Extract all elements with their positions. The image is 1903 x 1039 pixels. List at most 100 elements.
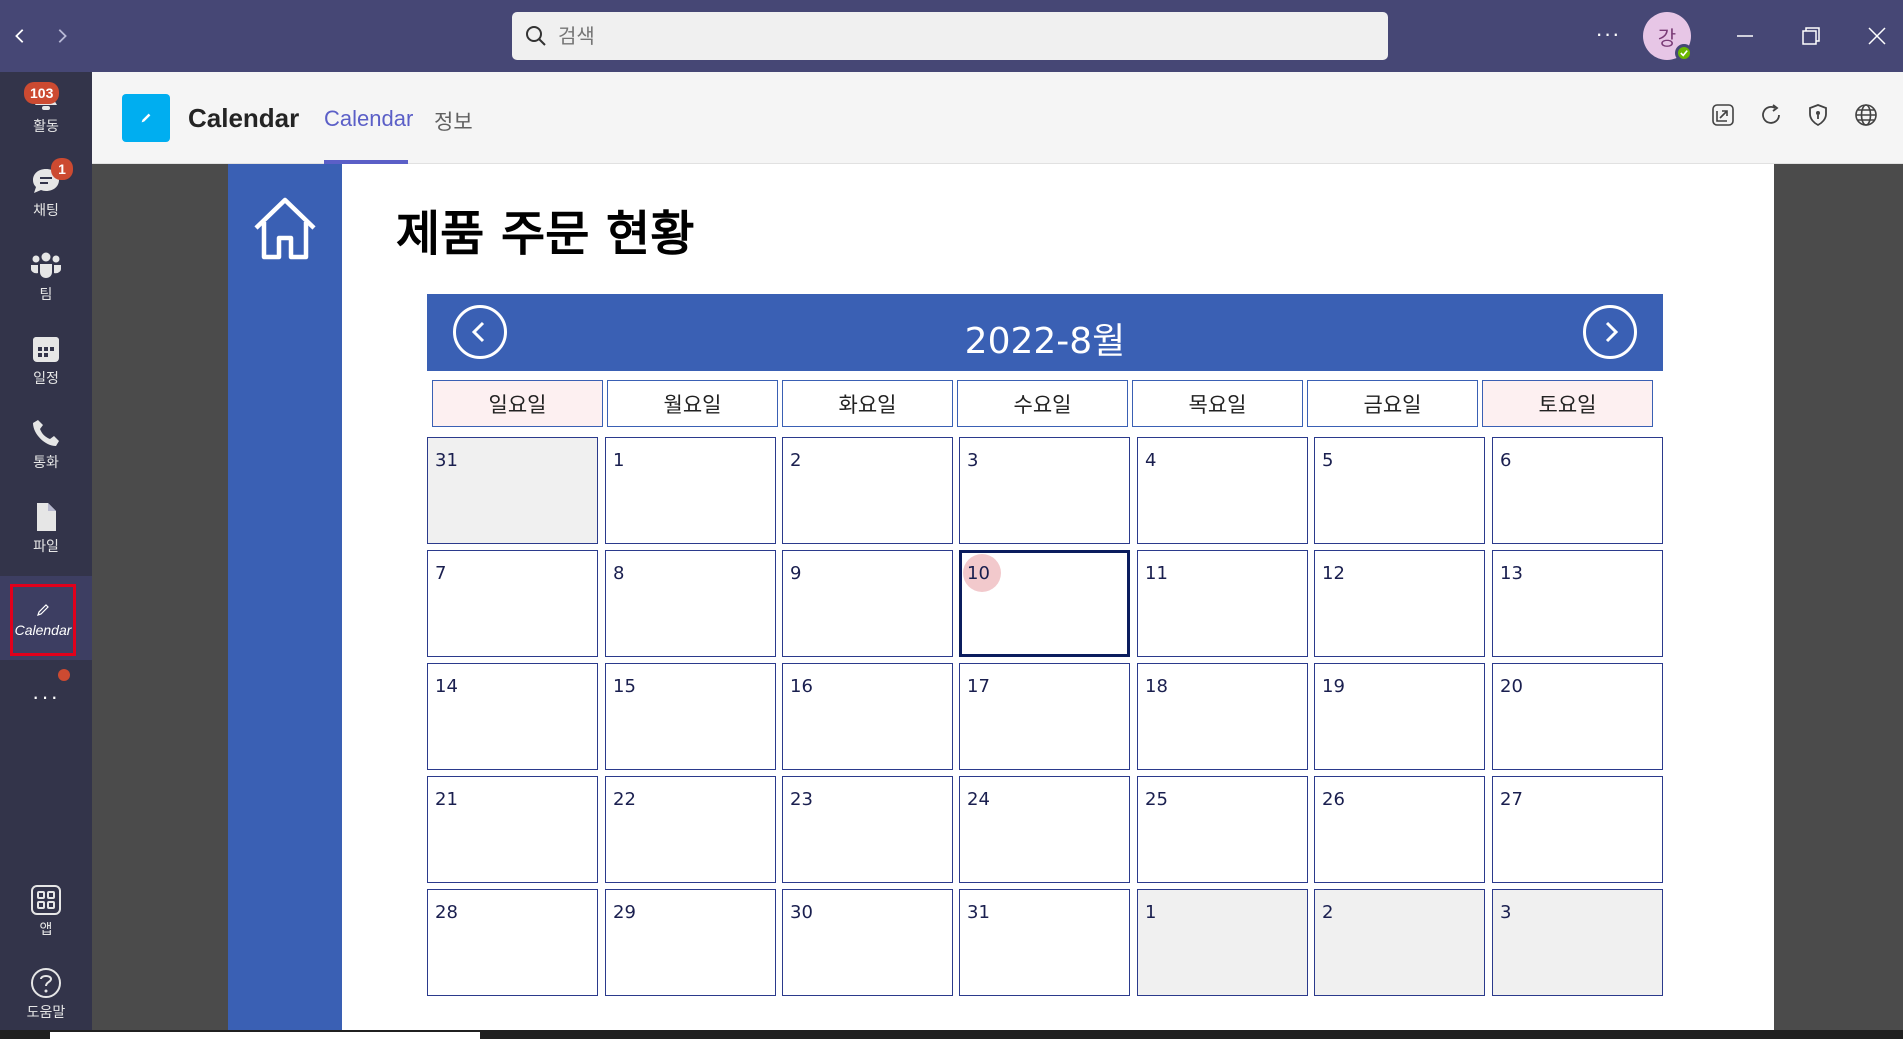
calendar-day[interactable]: 13 xyxy=(1492,550,1663,657)
more-options-button[interactable]: ··· xyxy=(1590,20,1626,52)
day-number: 2 xyxy=(1322,902,1334,923)
calendar-day[interactable]: 23 xyxy=(782,776,953,883)
avatar-initial: 강 xyxy=(1657,25,1677,50)
rail-more-button[interactable]: ··· xyxy=(0,684,92,724)
apps-icon xyxy=(29,883,63,917)
help-icon xyxy=(29,966,63,1000)
calendar-day[interactable]: 28 xyxy=(427,889,598,996)
rail-item-help[interactable]: 도움말 xyxy=(0,958,92,1038)
avatar[interactable]: 강 xyxy=(1643,12,1693,62)
weekday-header: 금요일 xyxy=(1307,380,1478,427)
day-number: 22 xyxy=(613,789,636,810)
day-number: 3 xyxy=(967,450,979,471)
minimize-button[interactable] xyxy=(1723,14,1767,58)
calendar-day[interactable]: 18 xyxy=(1137,663,1308,770)
calendar-day[interactable]: 1 xyxy=(605,437,776,544)
calendar-month-label: 2022-8월 xyxy=(964,321,1126,362)
calendar-day[interactable]: 30 xyxy=(782,889,953,996)
next-month-button[interactable] xyxy=(1583,305,1637,359)
calendar-day[interactable]: 3 xyxy=(1492,889,1663,996)
calendar-day[interactable]: 1 xyxy=(1137,889,1308,996)
calendar-day[interactable]: 22 xyxy=(605,776,776,883)
day-number: 15 xyxy=(613,676,636,697)
rail-item-files[interactable]: 파일 xyxy=(0,492,92,572)
calendar-day[interactable]: 7 xyxy=(427,550,598,657)
calendar-day[interactable]: 12 xyxy=(1314,550,1485,657)
day-number: 16 xyxy=(790,676,813,697)
day-number: 1 xyxy=(1145,902,1157,923)
calendar-day[interactable]: 19 xyxy=(1314,663,1485,770)
day-number: 13 xyxy=(1500,563,1523,584)
calendar-day[interactable]: 2 xyxy=(1314,889,1485,996)
calendar-day[interactable]: 4 xyxy=(1137,437,1308,544)
calendar-day[interactable]: 31 xyxy=(959,889,1130,996)
calendar-day[interactable]: 26 xyxy=(1314,776,1485,883)
rail-item-apps[interactable]: 앱 xyxy=(0,875,92,955)
rail-item-chat[interactable]: 1 채팅 xyxy=(0,156,92,236)
calendar-day[interactable]: 8 xyxy=(605,550,776,657)
calendar-day[interactable]: 31 xyxy=(427,437,598,544)
calendar-day[interactable]: 17 xyxy=(959,663,1130,770)
calendar-day-selected[interactable]: 10 xyxy=(959,550,1130,657)
calendar-day[interactable]: 2 xyxy=(782,437,953,544)
popout-icon xyxy=(1712,104,1734,126)
day-number: 28 xyxy=(435,902,458,923)
file-icon xyxy=(29,500,63,534)
permissions-button[interactable] xyxy=(1805,102,1835,132)
calendar-day[interactable]: 5 xyxy=(1314,437,1485,544)
close-button[interactable] xyxy=(1855,14,1899,58)
weekday-header: 화요일 xyxy=(782,380,953,427)
bell-icon: 103 xyxy=(24,80,63,114)
rail-item-label: 도움말 xyxy=(26,1005,66,1021)
rail-item-activity[interactable]: 103 활동 xyxy=(0,72,92,152)
tab-content: 제품 주문 현황 2022-8월 일요일 월요일 화요일 수요일 목요일 금요일 토요일 3… xyxy=(92,164,1903,1030)
rail-item-label: 일정 xyxy=(33,371,59,387)
home-icon xyxy=(254,197,316,260)
calendar-day[interactable]: 11 xyxy=(1137,550,1308,657)
rail-item-calendar[interactable]: 일정 xyxy=(0,324,92,404)
home-button[interactable] xyxy=(250,194,320,264)
globe-icon xyxy=(1855,104,1877,126)
tab-calendar[interactable]: Calendar xyxy=(324,106,413,132)
calendar-day[interactable]: 14 xyxy=(427,663,598,770)
calendar-day[interactable]: 3 xyxy=(959,437,1130,544)
calendar-day[interactable]: 21 xyxy=(427,776,598,883)
rail-item-calls[interactable]: 통화 xyxy=(0,408,92,488)
tab-info[interactable]: 정보 xyxy=(434,106,473,136)
search-input[interactable] xyxy=(558,24,1338,48)
calendar-day[interactable]: 27 xyxy=(1492,776,1663,883)
calendar-day[interactable]: 24 xyxy=(959,776,1130,883)
refresh-button[interactable] xyxy=(1758,102,1788,132)
forward-button[interactable] xyxy=(46,20,78,52)
day-number: 14 xyxy=(435,676,458,697)
day-number: 31 xyxy=(967,902,990,923)
day-number: 29 xyxy=(613,902,636,923)
day-number: 1 xyxy=(613,450,625,471)
website-button[interactable] xyxy=(1853,102,1883,132)
popout-button[interactable] xyxy=(1710,102,1740,132)
close-icon xyxy=(1868,27,1886,45)
day-number: 2 xyxy=(790,450,802,471)
calendar-day[interactable]: 29 xyxy=(605,889,776,996)
calendar-day[interactable]: 20 xyxy=(1492,663,1663,770)
page-title: 제품 주문 현황 xyxy=(396,206,695,262)
restore-button[interactable] xyxy=(1789,14,1833,58)
rail-item-teams[interactable]: 팀 xyxy=(0,240,92,320)
taskbar xyxy=(0,1030,1903,1039)
day-number: 31 xyxy=(435,450,458,471)
calendar-day[interactable]: 25 xyxy=(1137,776,1308,883)
rail-item-calendar-app[interactable]: Calendar xyxy=(10,584,76,656)
notification-dot xyxy=(58,669,70,681)
search-box[interactable] xyxy=(512,12,1388,60)
calendar-icon xyxy=(29,332,63,366)
calendar-day[interactable]: 6 xyxy=(1492,437,1663,544)
chat-icon: 1 xyxy=(29,158,73,198)
calendar-day[interactable]: 9 xyxy=(782,550,953,657)
side-panel xyxy=(228,164,342,1030)
calendar-day[interactable]: 15 xyxy=(605,663,776,770)
pencil-icon xyxy=(37,604,49,616)
back-button[interactable] xyxy=(4,20,36,52)
calendar-day[interactable]: 16 xyxy=(782,663,953,770)
rail-item-label: 앱 xyxy=(39,922,53,938)
day-number: 10 xyxy=(967,563,990,584)
